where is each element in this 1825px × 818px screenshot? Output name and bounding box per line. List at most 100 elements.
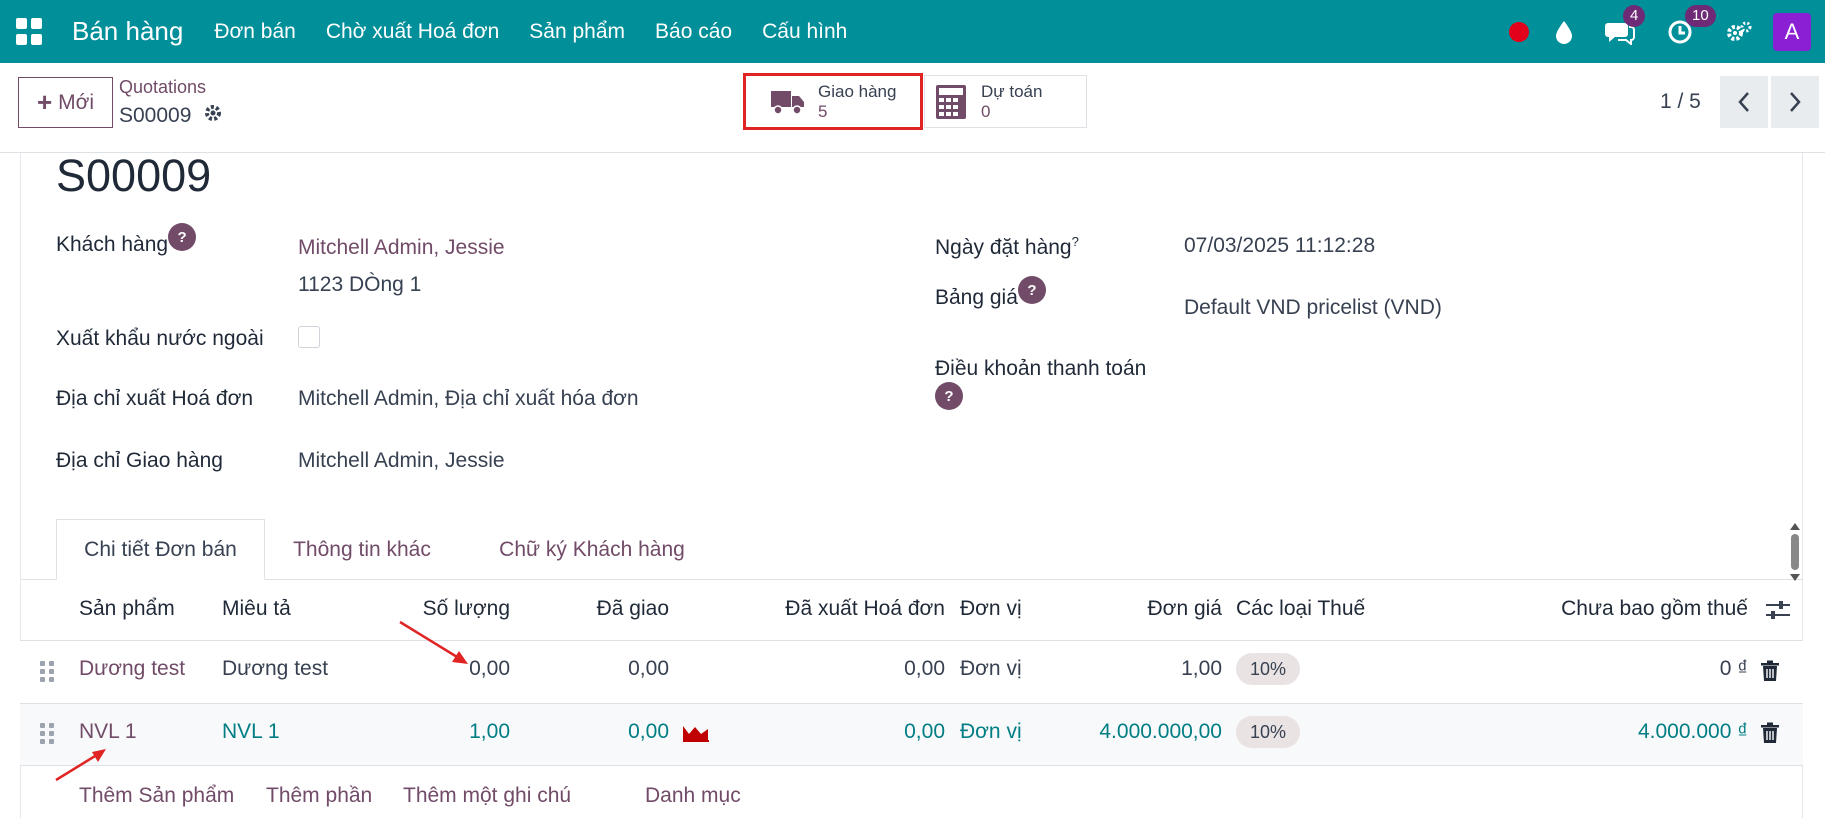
row2-unit-price[interactable]: 4.000.000,00	[1060, 720, 1222, 744]
col-header-uom[interactable]: Đơn vị	[960, 597, 1022, 621]
user-avatar[interactable]: A	[1773, 12, 1811, 51]
estimate-label: Dự toán	[981, 81, 1043, 101]
drop-icon[interactable]	[1555, 20, 1573, 44]
new-button-label: Mới	[58, 90, 95, 114]
gear-icon[interactable]	[203, 103, 223, 129]
payment-terms-label: Điều khoản thanh toán	[935, 357, 1147, 380]
row2-product[interactable]: NVL 1	[79, 720, 137, 744]
activities-badge: 10	[1685, 4, 1716, 27]
calculator-icon	[931, 84, 971, 119]
help-icon[interactable]: ?	[1017, 276, 1046, 304]
breadcrumb-current-label: S00009	[119, 104, 192, 127]
row2-invoiced: 0,00	[904, 720, 945, 743]
help-icon[interactable]: ?	[935, 382, 963, 410]
row2-tax-badge[interactable]: 10%	[1236, 716, 1301, 748]
row1-tax-badge[interactable]: 10%	[1236, 653, 1301, 685]
order-date-value[interactable]: 07/03/2025 11:12:28	[1184, 234, 1375, 258]
col-header-quantity[interactable]: Số lượng	[340, 597, 510, 621]
record-status-icon[interactable]	[1509, 21, 1529, 42]
tab-customer-signature[interactable]: Chữ ký Khách hàng	[464, 519, 720, 580]
estimate-smart-button[interactable]: Dự toán 0	[924, 75, 1087, 128]
pager-previous-button[interactable]	[1720, 76, 1768, 128]
col-header-unit-price[interactable]: Đơn giá	[1060, 597, 1222, 621]
row-divider	[20, 765, 1803, 766]
scroll-thumb[interactable]	[1791, 534, 1799, 570]
customer-label: Khách hàng?	[56, 223, 197, 261]
row1-invoiced: 0,00	[904, 657, 945, 680]
row1-delivered[interactable]: 0,00	[560, 657, 669, 681]
row1-description[interactable]: Dương test	[222, 657, 328, 681]
pricelist-label: Bảng giá?	[935, 276, 1046, 314]
col-header-delivered[interactable]: Đã giao	[520, 597, 669, 621]
estimate-count: 0	[981, 101, 991, 121]
delivery-label: Giao hàng	[818, 81, 897, 101]
add-note-link[interactable]: Thêm một ghi chú	[403, 784, 571, 808]
nav-item-to-invoice[interactable]: Chờ xuất Hoá đơn	[326, 20, 499, 44]
row2-description[interactable]: NVL 1	[222, 720, 280, 744]
invoice-address-value[interactable]: Mitchell Admin, Địa chỉ xuất hóa đơn	[298, 387, 639, 411]
customer-label-text: Khách hàng	[56, 233, 169, 256]
row2-quantity[interactable]: 1,00	[400, 720, 510, 744]
messages-badge: 4	[1623, 4, 1646, 27]
nav-item-configuration[interactable]: Cấu hình	[762, 20, 847, 44]
trash-icon[interactable]	[1760, 722, 1782, 746]
add-product-link[interactable]: Thêm Sản phẩm	[79, 784, 234, 808]
help-icon[interactable]: ?	[168, 223, 197, 251]
forecast-chart-icon[interactable]	[682, 722, 710, 747]
chevron-left-icon	[1738, 92, 1749, 112]
customer-address: 1123 DÒng 1	[298, 273, 422, 296]
export-checkbox[interactable]	[298, 326, 320, 348]
plus-icon: +	[36, 87, 53, 117]
pricelist-value[interactable]: Default VND pricelist (VND)	[1184, 296, 1442, 320]
delivery-address-value[interactable]: Mitchell Admin, Jessie	[298, 449, 505, 473]
col-header-taxes[interactable]: Các loại Thuế	[1236, 597, 1365, 621]
delivery-count: 5	[818, 101, 828, 121]
settings-gears-icon[interactable]	[1725, 20, 1753, 44]
page-scrollbar[interactable]	[1789, 520, 1801, 581]
pager-value[interactable]: 1 / 5	[1660, 90, 1701, 114]
row1-unit-price[interactable]: 1,00	[1060, 657, 1222, 681]
trash-icon[interactable]	[1760, 660, 1782, 684]
app-title[interactable]: Bán hàng	[72, 16, 183, 47]
row1-subtotal: 0 ₫	[1719, 657, 1748, 680]
scroll-down-arrow-icon[interactable]	[1790, 574, 1800, 581]
customer-name[interactable]: Mitchell Admin, Jessie	[298, 236, 505, 260]
drag-handle-icon[interactable]	[40, 661, 54, 682]
row1-uom[interactable]: Đơn vị	[960, 657, 1022, 681]
tab-order-lines[interactable]: Chi tiết Đơn bán	[56, 519, 265, 580]
invoice-address-label: Địa chỉ xuất Hoá đơn	[56, 387, 254, 410]
new-button[interactable]: + Mới	[18, 77, 113, 128]
chevron-right-icon	[1790, 92, 1801, 112]
scroll-up-arrow-icon[interactable]	[1790, 523, 1800, 530]
col-header-invoiced[interactable]: Đã xuất Hoá đơn	[700, 597, 945, 621]
activities-clock-icon[interactable]: 10	[1667, 4, 1716, 45]
control-panel: + Mới Quotations S00009 Giao hàng 5 Dự t…	[0, 63, 1825, 153]
add-section-link[interactable]: Thêm phần	[266, 784, 372, 808]
column-settings-icon[interactable]	[1765, 599, 1791, 626]
apps-menu-icon[interactable]	[16, 17, 44, 46]
col-header-product[interactable]: Sản phẩm	[79, 597, 175, 621]
truck-icon	[768, 88, 808, 116]
top-navbar: Bán hàng Đơn bán Chờ xuất Hoá đơn Sản ph…	[0, 0, 1825, 63]
messages-icon[interactable]: 4	[1605, 4, 1646, 45]
delivery-smart-button[interactable]: Giao hàng 5	[743, 73, 923, 130]
col-header-subtotal[interactable]: Chưa bao gồm thuế	[1450, 597, 1748, 621]
breadcrumb-quotations[interactable]: Quotations	[119, 77, 206, 98]
row2-uom[interactable]: Đơn vị	[960, 720, 1022, 744]
nav-item-reporting[interactable]: Báo cáo	[655, 20, 732, 44]
order-date-label: Ngày đặt hàng?	[935, 234, 1079, 260]
order-date-label-text: Ngày đặt hàng	[935, 236, 1072, 259]
row1-quantity[interactable]: 0,00	[400, 657, 510, 681]
pager-next-button[interactable]	[1771, 76, 1819, 128]
record-title: S00009	[56, 150, 212, 201]
nav-item-products[interactable]: Sản phẩm	[529, 20, 625, 44]
tab-other-info[interactable]: Thông tin khác	[270, 519, 454, 580]
order-date-help[interactable]: ?	[1072, 234, 1079, 249]
drag-handle-icon[interactable]	[40, 723, 54, 744]
row2-delivered[interactable]: 0,00	[560, 720, 669, 744]
nav-item-orders[interactable]: Đơn bán	[214, 20, 296, 44]
catalog-link[interactable]: Danh mục	[645, 784, 741, 808]
row2-subtotal: 4.000.000 ₫	[1637, 720, 1748, 743]
col-header-description[interactable]: Miêu tả	[222, 597, 291, 621]
row1-product[interactable]: Dương test	[79, 657, 185, 681]
